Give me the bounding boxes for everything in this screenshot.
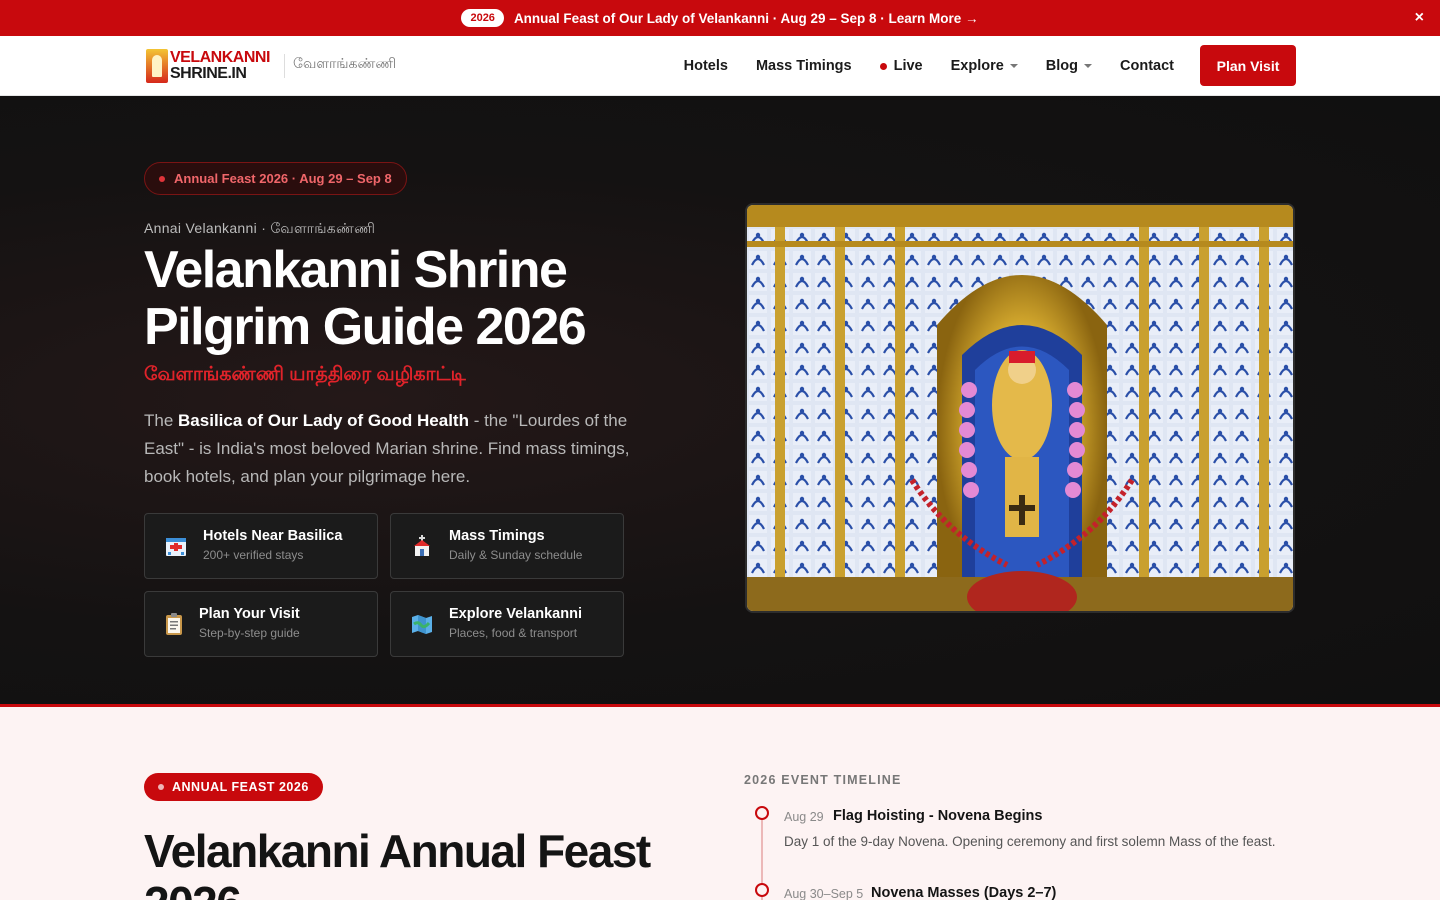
logo-line-2: SHRINE.IN <box>170 65 247 82</box>
card-title: Plan Your Visit <box>199 606 300 622</box>
plan-visit-button[interactable]: Plan Visit <box>1200 45 1296 86</box>
page-title: Velankanni Shrine Pilgrim Guide 2026 <box>144 241 587 356</box>
nav-blog-label: Blog <box>1045 58 1079 74</box>
hotel-icon <box>166 538 186 556</box>
nav-live-label: Live <box>893 58 923 74</box>
annual-feast-badge: ANNUAL FEAST 2026 <box>144 773 323 801</box>
top-navigation: VELANKANNI SHRINE.IN வேளாங்கண்ணி Hotels … <box>0 36 1440 96</box>
annual-feast-section: ANNUAL FEAST 2026 Velankanni Annual Feas… <box>0 707 1440 900</box>
hero-desc-highlight: Basilica of Our Lady of Good Health <box>178 411 469 430</box>
timeline-event-title: Novena Masses (Days 2–7) <box>871 885 1057 900</box>
timeline-event-title: Flag Hoisting - Novena Begins <box>833 808 1043 824</box>
announcement-link[interactable]: Annual Feast of Our Lady of Velankanni ·… <box>514 11 979 26</box>
timeline-node <box>755 883 769 897</box>
annual-feast-badge-text: ANNUAL FEAST 2026 <box>172 780 309 794</box>
shrine-logo-icon <box>146 49 168 83</box>
close-icon[interactable]: × <box>1415 9 1424 27</box>
card-hotels[interactable]: Hotels Near Basilica 200+ verified stays <box>144 513 378 579</box>
card-subtitle: 200+ verified stays <box>203 548 304 562</box>
card-title: Hotels Near Basilica <box>203 528 343 544</box>
card-subtitle: Daily & Sunday schedule <box>449 548 583 562</box>
hero-description: The Basilica of Our Lady of Good Health … <box>144 407 669 491</box>
hero-tamil-subtitle: வேளாங்கண்ணி யாத்திரை வழிகாட்டி <box>144 364 466 385</box>
live-dot-icon <box>879 62 887 70</box>
feast-title: Velankanni Annual Feast 2026 <box>144 825 651 900</box>
card-title: Mass Timings <box>449 528 545 544</box>
card-subtitle: Places, food & transport <box>449 626 578 640</box>
nav-mass-timings[interactable]: Mass Timings <box>756 58 852 74</box>
timeline-date: Aug 30–Sep 5 <box>784 887 864 900</box>
card-mass-timings[interactable]: Mass Timings Daily & Sunday schedule <box>390 513 624 579</box>
nav-hotels[interactable]: Hotels <box>684 58 728 74</box>
nav-explore-label: Explore <box>950 58 1004 74</box>
card-plan-visit[interactable]: Plan Your Visit Step-by-step guide <box>144 591 378 657</box>
card-explore[interactable]: Explore Velankanni Places, food & transp… <box>390 591 624 657</box>
nav-explore[interactable]: Explore <box>951 58 1018 74</box>
clipboard-icon <box>166 613 182 635</box>
logo-tamil-text: வேளாங்கண்ணி <box>293 55 397 71</box>
announcement-badge: 2026 <box>461 9 504 27</box>
feast-date-badge-text: Annual Feast 2026 · Aug 29 – Sep 8 <box>174 171 392 186</box>
badge-dot-icon <box>159 175 165 182</box>
logo-divider <box>284 54 285 78</box>
chevron-down-icon <box>1009 64 1018 68</box>
church-icon <box>414 535 430 556</box>
nav-contact[interactable]: Contact <box>1120 58 1174 74</box>
card-title: Explore Velankanni <box>449 606 582 622</box>
badge-dot-icon <box>158 784 164 790</box>
timeline-date: Aug 29 <box>784 810 824 824</box>
card-subtitle: Step-by-step guide <box>199 626 300 640</box>
hero-eyebrow: Annai Velankanni · வேளாங்கண்ணி <box>144 220 376 236</box>
timeline-heading: 2026 EVENT TIMELINE <box>744 773 902 787</box>
shrine-altar-image <box>745 203 1295 613</box>
feast-date-badge: Annual Feast 2026 · Aug 29 – Sep 8 <box>144 162 407 195</box>
announcement-bar: 2026 Annual Feast of Our Lady of Velanka… <box>0 0 1440 36</box>
nav-blog[interactable]: Blog <box>1045 58 1093 74</box>
nav-links: Hotels Mass Timings Live Explore Blog Co… <box>684 36 1174 96</box>
hero-desc-start: The <box>144 411 179 430</box>
chevron-down-icon <box>1084 64 1093 68</box>
map-icon <box>412 615 432 634</box>
nav-live[interactable]: Live <box>879 58 923 74</box>
site-logo[interactable]: VELANKANNI SHRINE.IN <box>146 48 276 84</box>
timeline-event-desc: Day 1 of the 9-day Novena. Opening cerem… <box>784 834 1276 849</box>
timeline-node <box>755 806 769 820</box>
logo-line-1: VELANKANNI <box>170 49 270 66</box>
hero-section: Annual Feast 2026 · Aug 29 – Sep 8 Annai… <box>0 96 1440 705</box>
